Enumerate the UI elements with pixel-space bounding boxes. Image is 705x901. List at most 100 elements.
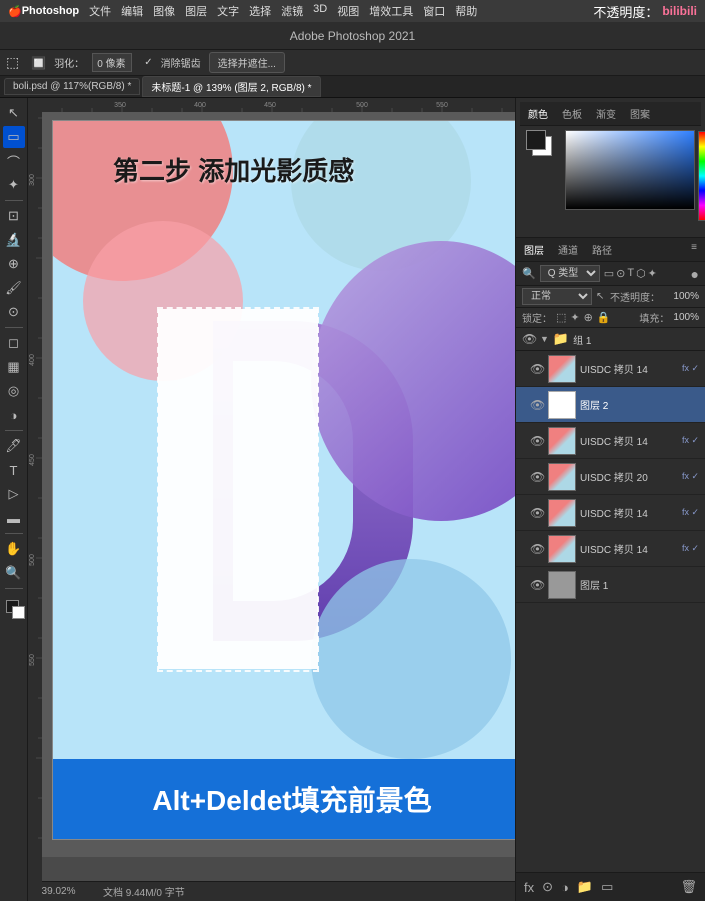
filter-adjust-icon[interactable]: ⊙ bbox=[616, 267, 625, 280]
layer-name-0: UISDC 拷贝 14 bbox=[580, 361, 676, 376]
layer-item-3[interactable]: 👁 UISDC 拷贝 20 fx ✓ bbox=[516, 459, 705, 495]
menu-window[interactable]: 窗口 bbox=[423, 3, 445, 19]
opacity-value[interactable]: 100% bbox=[664, 291, 699, 302]
tab-boli[interactable]: boli.psd @ 117%(RGB/8) * bbox=[4, 78, 140, 95]
new-group-icon[interactable]: 📁 bbox=[575, 877, 595, 897]
fill-value[interactable]: 100% bbox=[673, 312, 699, 323]
gradient-tab[interactable]: 渐变 bbox=[592, 104, 620, 123]
adjustment-icon[interactable]: ◑ bbox=[559, 878, 571, 897]
fg-color-display[interactable] bbox=[526, 130, 546, 150]
pattern-tab[interactable]: 图案 bbox=[626, 104, 654, 123]
select-and-mask-button[interactable]: 选择并遮住... bbox=[209, 52, 285, 73]
dodge-tool[interactable]: ◑ bbox=[3, 404, 25, 426]
layer-item-6[interactable]: 👁 图层 1 bbox=[516, 567, 705, 603]
lock-move-icon[interactable]: ✦ bbox=[570, 311, 579, 324]
filter-toggle[interactable]: ● bbox=[691, 266, 699, 282]
filter-shape-icon[interactable]: ⬡ bbox=[636, 267, 646, 280]
layer-eye-6[interactable]: 👁 bbox=[530, 578, 544, 592]
canvas-area[interactable]: 300 400 450 500 550 bbox=[28, 98, 515, 901]
menu-image[interactable]: 图像 bbox=[153, 3, 175, 19]
menu-help[interactable]: 帮助 bbox=[455, 3, 477, 19]
color-gradient-picker[interactable] bbox=[565, 130, 695, 210]
color-swatches[interactable] bbox=[3, 597, 25, 619]
panel-menu-icon[interactable]: ≡ bbox=[687, 240, 701, 259]
tool-separator-4 bbox=[5, 533, 23, 534]
menu-file[interactable]: 文件 bbox=[89, 3, 111, 19]
layer-fx-5[interactable]: fx ✓ bbox=[682, 543, 699, 554]
brush-tool[interactable]: 🖌 bbox=[3, 277, 25, 299]
pen-tool[interactable]: 🖊 bbox=[3, 435, 25, 457]
hue-slider[interactable] bbox=[698, 131, 705, 221]
move-tool[interactable]: ↖ bbox=[3, 102, 25, 124]
layer-item-4[interactable]: 👁 UISDC 拷贝 14 fx ✓ bbox=[516, 495, 705, 531]
channels-tab[interactable]: 通道 bbox=[554, 240, 582, 259]
paths-tab[interactable]: 路径 bbox=[588, 240, 616, 259]
zoom-tool[interactable]: 🔍 bbox=[3, 562, 25, 584]
eraser-tool[interactable]: ◻ bbox=[3, 332, 25, 354]
filter-smart-icon[interactable]: ✦ bbox=[648, 267, 657, 280]
menu-3d[interactable]: 3D bbox=[313, 3, 327, 19]
heal-tool[interactable]: ⊕ bbox=[3, 253, 25, 275]
clone-tool[interactable]: ⊙ bbox=[3, 301, 25, 323]
layer-eye-0[interactable]: 👁 bbox=[530, 362, 544, 376]
layer-item-0[interactable]: 👁 UISDC 拷贝 14 fx ✓ bbox=[516, 351, 705, 387]
gradient-tool[interactable]: ▦ bbox=[3, 356, 25, 378]
lock-pixel-icon[interactable]: ⬚ bbox=[556, 311, 566, 324]
shape-tool[interactable]: ▬ bbox=[3, 507, 25, 529]
layer-eye-2[interactable]: 👁 bbox=[530, 434, 544, 448]
blur-tool[interactable]: ◎ bbox=[3, 380, 25, 402]
fg-bg-color-display[interactable] bbox=[526, 130, 558, 162]
lock-all-icon[interactable]: 🔒 bbox=[597, 311, 611, 324]
background-color[interactable] bbox=[12, 606, 25, 619]
tab-untitled[interactable]: 未标题-1 @ 139% (图层 2, RGB/8) * bbox=[142, 76, 320, 97]
zoom-level[interactable]: 139.02% bbox=[36, 886, 91, 897]
new-layer-icon[interactable]: ▭ bbox=[599, 877, 615, 897]
crop-tool[interactable]: ⊡ bbox=[3, 205, 25, 227]
lock-artboard-icon[interactable]: ⊕ bbox=[584, 311, 593, 324]
menu-filter[interactable]: 滤镜 bbox=[281, 3, 303, 19]
wand-tool[interactable]: ✦ bbox=[3, 174, 25, 196]
swatches-tab[interactable]: 色板 bbox=[558, 104, 586, 123]
feather-input[interactable]: 0 像素 bbox=[92, 53, 132, 72]
layer-item-5[interactable]: 👁 UISDC 拷贝 14 fx ✓ bbox=[516, 531, 705, 567]
layer-name-2: UISDC 拷贝 14 bbox=[580, 433, 676, 448]
layer-eye-4[interactable]: 👁 bbox=[530, 506, 544, 520]
layer-fx-2[interactable]: fx ✓ bbox=[682, 435, 699, 446]
path-select-tool[interactable]: ▷ bbox=[3, 483, 25, 505]
color-tab[interactable]: 颜色 bbox=[524, 104, 552, 123]
layer-eye-3[interactable]: 👁 bbox=[530, 470, 544, 484]
menu-view[interactable]: 视图 bbox=[337, 3, 359, 19]
layer-fx-4[interactable]: fx ✓ bbox=[682, 507, 699, 518]
layer-eye-5[interactable]: 👁 bbox=[530, 542, 544, 556]
fx-bottom-icon[interactable]: fx bbox=[522, 878, 536, 897]
layer-fx-3[interactable]: fx ✓ bbox=[682, 471, 699, 482]
delete-layer-icon[interactable]: 🗑 bbox=[678, 877, 699, 897]
menu-edit[interactable]: 编辑 bbox=[121, 3, 143, 19]
eyedropper-tool[interactable]: 🔬 bbox=[3, 229, 25, 251]
layer-item-1[interactable]: 👁 图层 2 bbox=[516, 387, 705, 423]
marquee-tool[interactable]: ▭ bbox=[3, 126, 25, 148]
group-eye-icon[interactable]: 👁 bbox=[522, 332, 536, 346]
add-mask-icon[interactable]: ⊙ bbox=[540, 877, 555, 897]
bottom-bar-text: Alt+Deldet填充前景色 bbox=[152, 779, 431, 819]
layer-item-2[interactable]: 👁 UISDC 拷贝 14 fx ✓ bbox=[516, 423, 705, 459]
layer-fx-0[interactable]: fx ✓ bbox=[682, 363, 699, 374]
blend-mode-select[interactable]: 正常 bbox=[522, 288, 592, 305]
menu-layer[interactable]: 图层 bbox=[185, 3, 207, 19]
filter-pixel-icon[interactable]: ▭ bbox=[604, 267, 614, 280]
layer-group-1[interactable]: 👁 ▼ 📁 组 1 bbox=[516, 328, 705, 351]
menu-type[interactable]: 文字 bbox=[217, 3, 239, 19]
menu-plugins[interactable]: 增效工具 bbox=[369, 3, 413, 19]
antialias-checkbox[interactable]: ✓ bbox=[144, 57, 152, 68]
antialias-label: 消除锯齿 bbox=[161, 55, 201, 70]
apple-icon[interactable]: 🍎 bbox=[8, 5, 22, 18]
group-collapse-icon[interactable]: ▼ bbox=[540, 334, 549, 344]
layers-tab[interactable]: 图层 bbox=[520, 240, 548, 259]
layer-type-filter[interactable]: Q 类型 bbox=[540, 265, 600, 282]
layer-eye-1[interactable]: 👁 bbox=[530, 398, 544, 412]
menu-select[interactable]: 选择 bbox=[249, 3, 271, 19]
lasso-tool[interactable]: ⌒ bbox=[3, 150, 25, 172]
filter-type-icon[interactable]: T bbox=[627, 267, 634, 280]
hand-tool[interactable]: ✋ bbox=[3, 538, 25, 560]
type-tool[interactable]: T bbox=[3, 459, 25, 481]
